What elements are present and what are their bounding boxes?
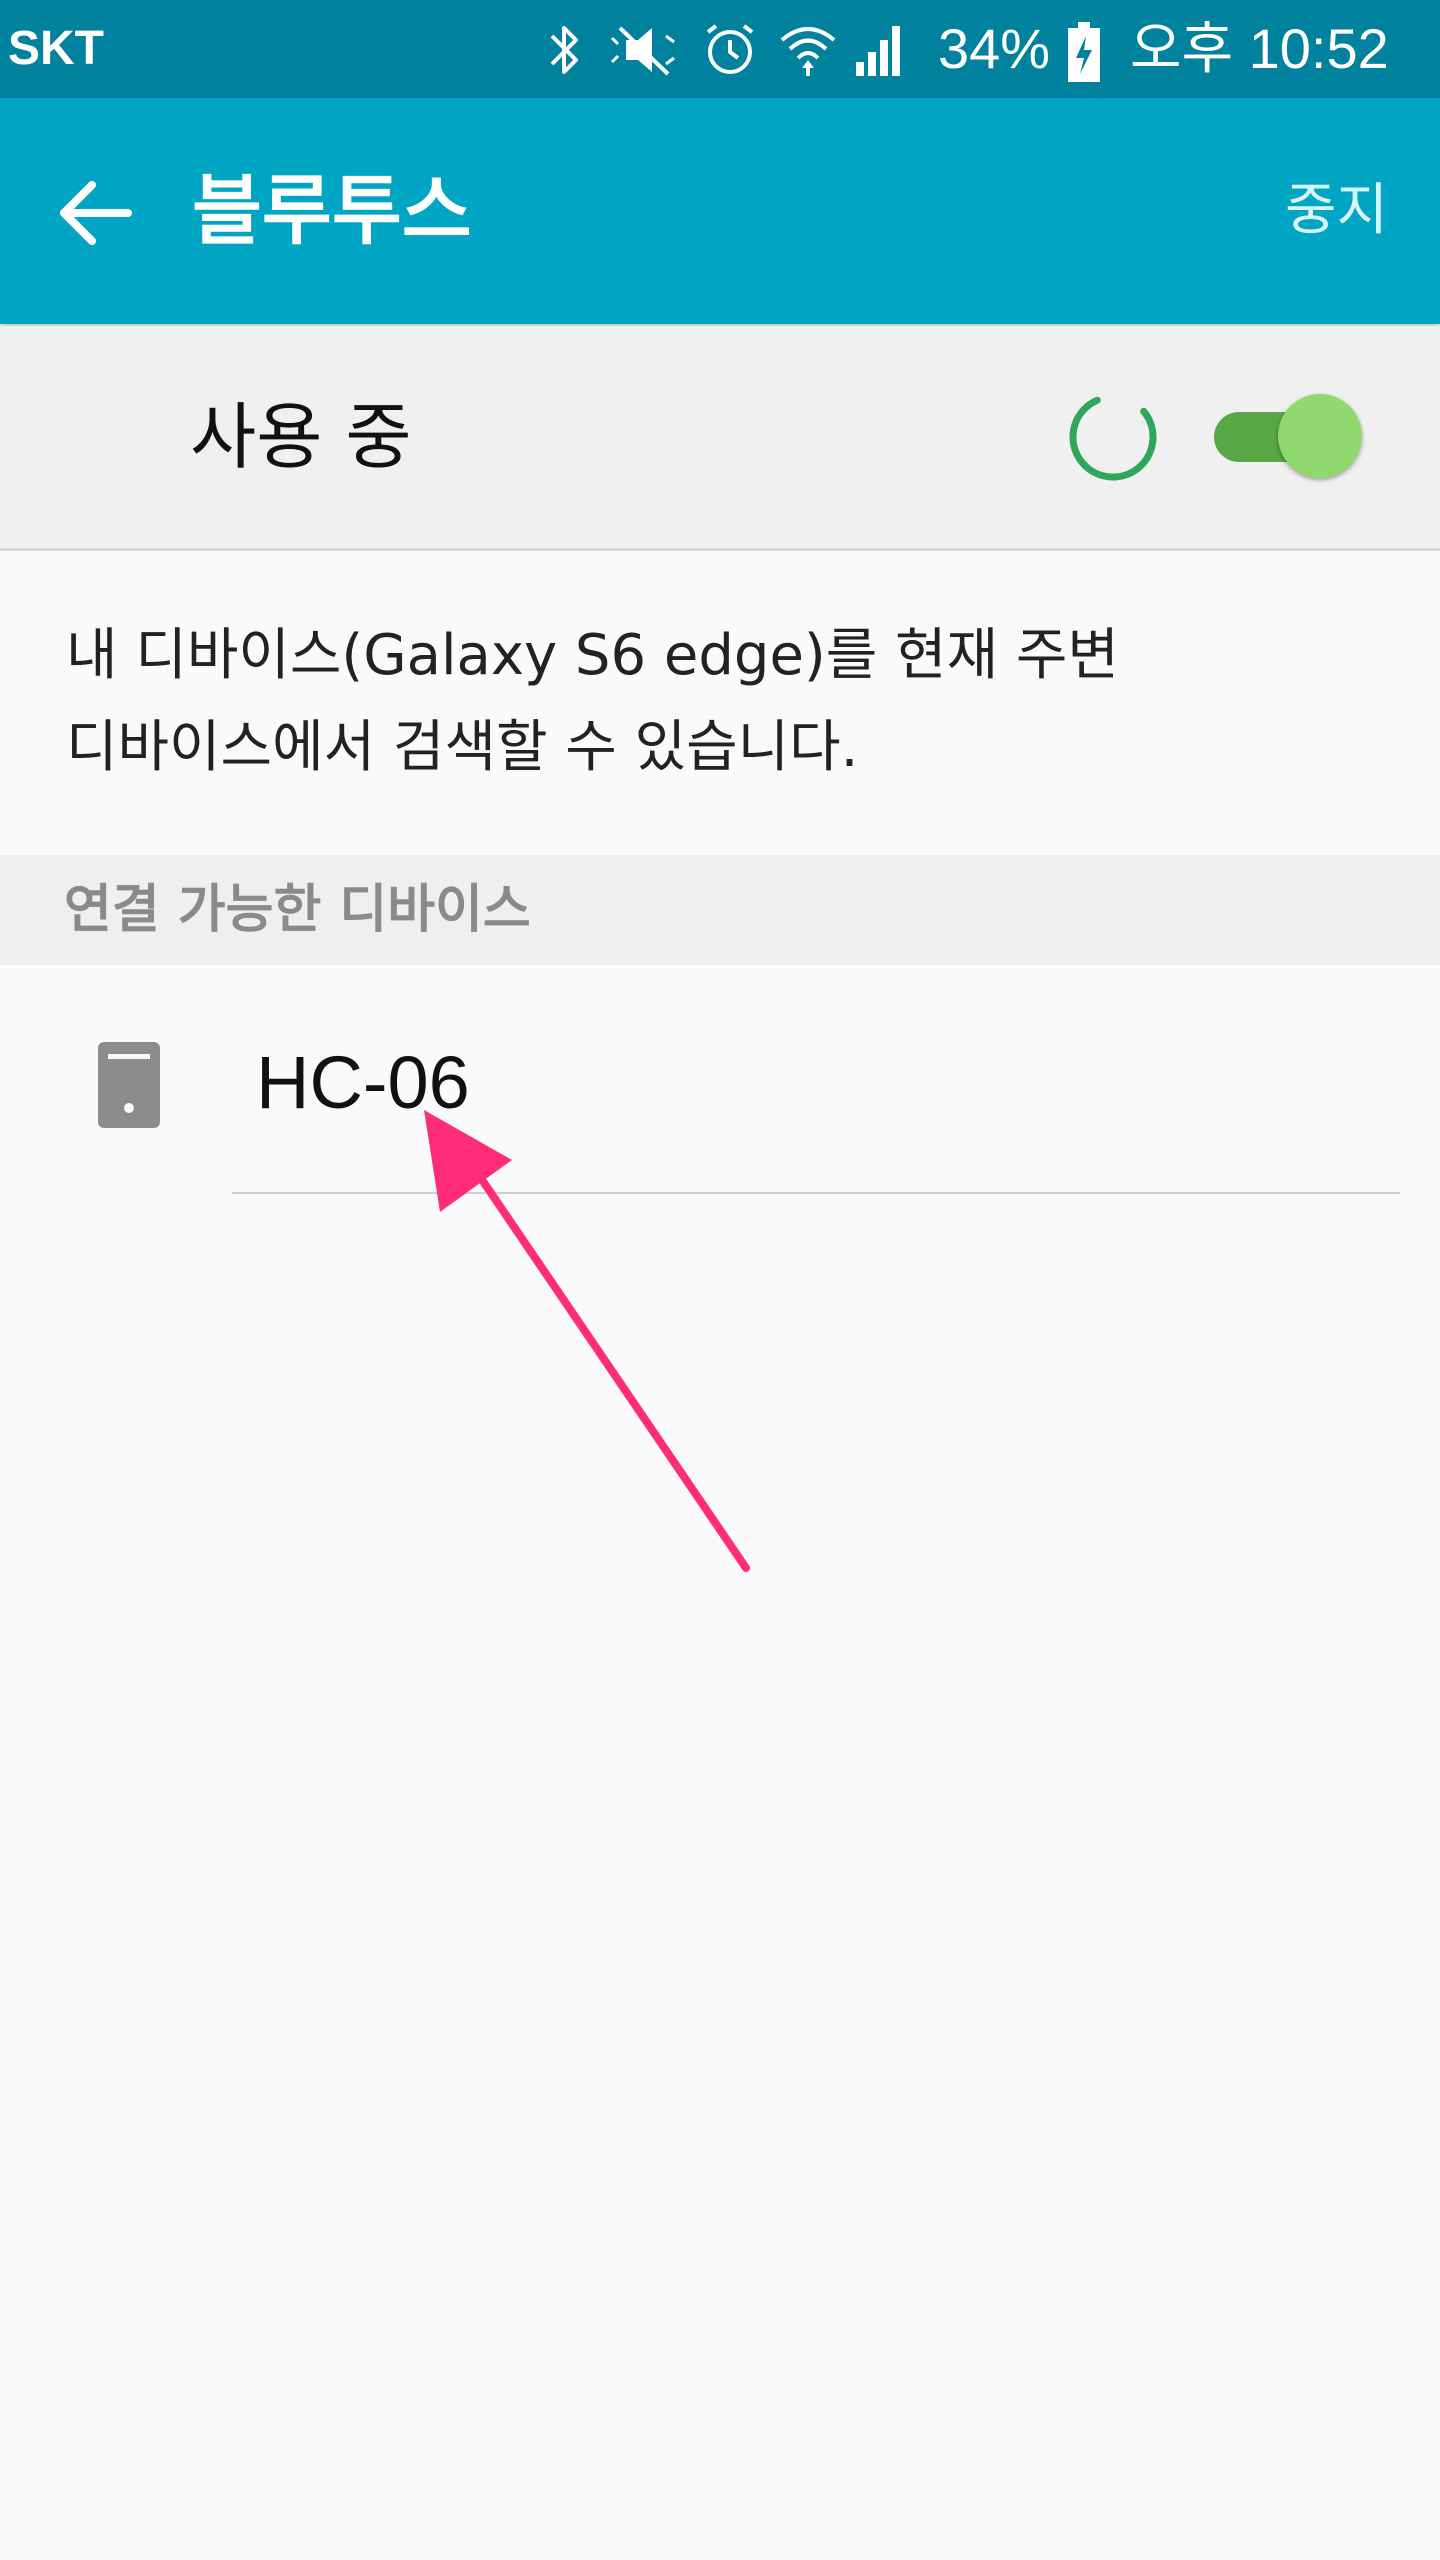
- bluetooth-icon: [550, 26, 578, 74]
- device-name: HC-06: [256, 1041, 470, 1124]
- description-line-2: 디바이스에서 검색할 수 있습니다.: [66, 715, 859, 780]
- status-bar: SKT 34% 오후 10:52: [0, 0, 1440, 98]
- stop-button[interactable]: 중지: [1285, 98, 1388, 324]
- divider: [232, 1192, 1400, 1194]
- available-devices-header: 연결 가능한 디바이스: [0, 855, 1440, 965]
- signal-icon: [856, 26, 900, 76]
- toggle-thumb: [1278, 394, 1362, 478]
- description-line-1: 내 디바이스(Galaxy S6 edge)를 현재 주변: [66, 623, 1119, 688]
- mute-icon: [610, 26, 675, 76]
- bluetooth-toggle[interactable]: [1214, 392, 1364, 482]
- battery-charging-icon: [1068, 22, 1100, 82]
- wifi-icon: [780, 27, 836, 76]
- carrier-label: SKT: [8, 22, 104, 75]
- visibility-description: 내 디바이스(Galaxy S6 edge)를 현재 주변 디바이스에서 검색할…: [66, 610, 1366, 794]
- alarm-icon: [706, 24, 754, 74]
- clock: 오후 10:52: [1130, 17, 1389, 80]
- scanning-spinner-icon: [1069, 393, 1157, 481]
- battery-percentage: 34%: [938, 17, 1051, 80]
- page-title: 블루투스: [192, 166, 472, 255]
- list-item[interactable]: HC-06: [0, 968, 1440, 1194]
- switch-label: 사용 중: [190, 395, 412, 479]
- app-bar: 블루투스 중지: [0, 98, 1440, 324]
- device-icon: [98, 1042, 160, 1128]
- section-header-label: 연결 가능한 디바이스: [64, 880, 531, 940]
- arrow-back-icon[interactable]: [52, 168, 142, 258]
